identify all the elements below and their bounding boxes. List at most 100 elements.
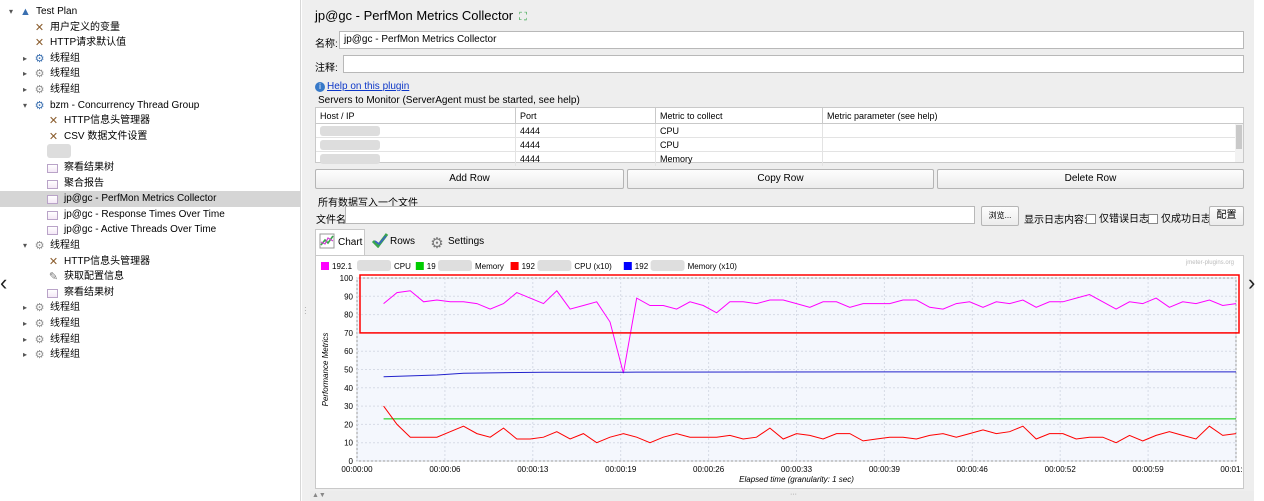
tree-item[interactable]: ▾ ⚙ bzm - Concurrency Thread Group	[0, 98, 301, 114]
cell-param[interactable]	[823, 152, 1236, 166]
gear-icon: ⚙	[34, 68, 45, 81]
chevron-right-icon[interactable]: ▸	[20, 82, 30, 98]
expand-icon[interactable]: ⛶	[519, 11, 527, 23]
tree-item[interactable]	[0, 144, 301, 160]
legend-label: CPU (x10)	[574, 262, 612, 271]
tree-item[interactable]: ▸ ⚙ 线程组	[0, 66, 301, 82]
chevron-right-icon[interactable]: ▸	[20, 332, 30, 348]
tree-item[interactable]: ✕ HTTP请求默认值	[0, 35, 301, 51]
scroll-arrows-icon[interactable]: ▲▼	[312, 492, 326, 499]
tab-chart-label: Chart	[338, 237, 363, 248]
chevron-down-icon[interactable]: ▾	[6, 4, 16, 20]
help-link[interactable]: Help on this plugin	[327, 81, 409, 92]
tree-item[interactable]: ▸ ⚙ 线程组	[0, 300, 301, 316]
chevron-right-icon[interactable]: ▸	[20, 51, 30, 67]
cell-param[interactable]	[823, 124, 1236, 138]
table-scrollbar[interactable]	[1235, 124, 1243, 162]
redacted-host	[320, 154, 380, 164]
tab-chart[interactable]: Chart	[315, 229, 365, 255]
chevron-left-icon[interactable]: ‹	[0, 270, 7, 296]
success-only-checkbox[interactable]: 仅成功日志	[1148, 210, 1211, 225]
cell-metric[interactable]: Memory	[656, 152, 823, 166]
chevron-right-icon[interactable]: ▸	[20, 347, 30, 363]
tree-item[interactable]: ✎ 获取配置信息	[0, 269, 301, 285]
copy-row-button[interactable]: Copy Row	[627, 169, 934, 189]
cell-port[interactable]: 4444	[516, 124, 656, 138]
tree-item[interactable]: jp@gc - PerfMon Metrics Collector	[0, 191, 301, 208]
header-host[interactable]: Host / IP	[316, 108, 516, 124]
table-row[interactable]: 4444 CPU	[316, 138, 1236, 152]
wrench-icon: ✕	[48, 115, 59, 128]
tree-item-label: jp@gc - Active Threads Over Time	[64, 224, 217, 236]
tree-item[interactable]: 察看结果树	[0, 160, 301, 176]
tree-item[interactable]: ✕ HTTP信息头管理器	[0, 254, 301, 270]
x-tick-label: 00:00:33	[781, 465, 813, 474]
table-row[interactable]: 4444 CPU	[316, 124, 1236, 138]
cell-host[interactable]	[316, 152, 516, 166]
chevron-down-icon[interactable]: ▾	[20, 238, 30, 254]
header-metric[interactable]: Metric to collect	[656, 108, 823, 124]
x-axis-label: Elapsed time (granularity: 1 sec)	[739, 475, 854, 484]
success-only-label: 仅成功日志	[1161, 214, 1211, 225]
tree-item-label: HTTP信息头管理器	[64, 115, 151, 127]
tree-item[interactable]: ▸ ⚙ 线程组	[0, 332, 301, 348]
tree-item[interactable]: ✕ 用户定义的变量	[0, 20, 301, 36]
tree-item[interactable]: 聚合报告	[0, 176, 301, 192]
table-row[interactable]: 4444 Memory	[316, 152, 1236, 166]
log-label: 显示日志内容:	[1024, 215, 1087, 226]
redacted-icon	[47, 144, 71, 159]
tree-item[interactable]: ✕ HTTP信息头管理器	[0, 113, 301, 129]
cell-metric[interactable]: CPU	[656, 138, 823, 152]
add-row-button[interactable]: Add Row	[315, 169, 624, 189]
tree-item[interactable]: ▸ ⚙ 线程组	[0, 51, 301, 67]
cell-port[interactable]: 4444	[516, 138, 656, 152]
configure-button[interactable]: 配置	[1209, 206, 1244, 226]
cell-param[interactable]	[823, 138, 1236, 152]
errors-only-checkbox[interactable]: 仅错误日志	[1086, 210, 1149, 225]
tree-item[interactable]: ▾ ▲ Test Plan	[0, 4, 301, 20]
tree-item[interactable]: jp@gc - Response Times Over Time	[0, 207, 301, 223]
tab-settings[interactable]: ⚙ Settings	[429, 229, 499, 255]
chart-area[interactable]: 0 10 20 30 40 50 60 70 80 90 100 00:00:00 00:00:06 00…	[315, 255, 1252, 489]
table-scrollbar-thumb[interactable]	[1236, 125, 1242, 149]
legend-redacted	[357, 260, 391, 271]
scroll-grip-icon[interactable]: ···	[790, 491, 797, 498]
tree-item[interactable]: jp@gc - Active Threads Over Time	[0, 222, 301, 238]
legend-swatch	[510, 262, 519, 270]
browse-button[interactable]: 浏览...	[981, 206, 1019, 226]
tree-item[interactable]: ✕ CSV 数据文件设置	[0, 129, 301, 145]
tab-rows[interactable]: Rows	[371, 229, 425, 255]
chevron-right-icon[interactable]: ▸	[20, 66, 30, 82]
chevron-right-icon[interactable]: ▸	[20, 316, 30, 332]
tree-item[interactable]: ▾ ⚙ 线程组	[0, 238, 301, 254]
tab-settings-label: Settings	[448, 236, 485, 247]
chevron-right-icon[interactable]: ▸	[20, 300, 30, 316]
panel-title: jp@gc - PerfMon Metrics Collector ⛶	[315, 8, 527, 24]
errors-only-label: 仅错误日志	[1099, 214, 1149, 225]
tree-item[interactable]: ▸ ⚙ 线程组	[0, 82, 301, 98]
cell-host[interactable]	[316, 124, 516, 138]
cell-metric[interactable]: CPU	[656, 124, 823, 138]
y-tick-label: 60	[344, 347, 353, 356]
tree-item-label: 线程组	[50, 333, 80, 345]
cell-port[interactable]: 4444	[516, 152, 656, 166]
delete-row-button[interactable]: Delete Row	[937, 169, 1244, 189]
header-param[interactable]: Metric parameter (see help)	[823, 108, 1236, 124]
y-tick-label: 40	[344, 384, 353, 393]
gear-icon: ⚙	[34, 318, 45, 330]
tree-item[interactable]: ▸ ⚙ 线程组	[0, 347, 301, 363]
tree-item[interactable]: ▸ ⚙ 线程组	[0, 316, 301, 332]
splitter-handle[interactable]: · · ·	[302, 0, 310, 501]
legend-label: 192	[522, 262, 536, 271]
gear-icon: ⚙	[34, 240, 45, 252]
chevron-down-icon[interactable]: ▾	[20, 98, 30, 114]
cell-host[interactable]	[316, 138, 516, 152]
horizontal-scrollbar[interactable]: ▲▼ ···	[310, 491, 1254, 501]
filename-field[interactable]	[345, 206, 975, 224]
chevron-right-icon[interactable]: ›	[1248, 270, 1255, 296]
header-port[interactable]: Port	[516, 108, 656, 124]
graph-icon	[47, 164, 58, 173]
name-field[interactable]: jp@gc - PerfMon Metrics Collector	[339, 31, 1244, 49]
comment-field[interactable]	[343, 55, 1244, 73]
tree-item[interactable]: 察看结果树	[0, 285, 301, 301]
